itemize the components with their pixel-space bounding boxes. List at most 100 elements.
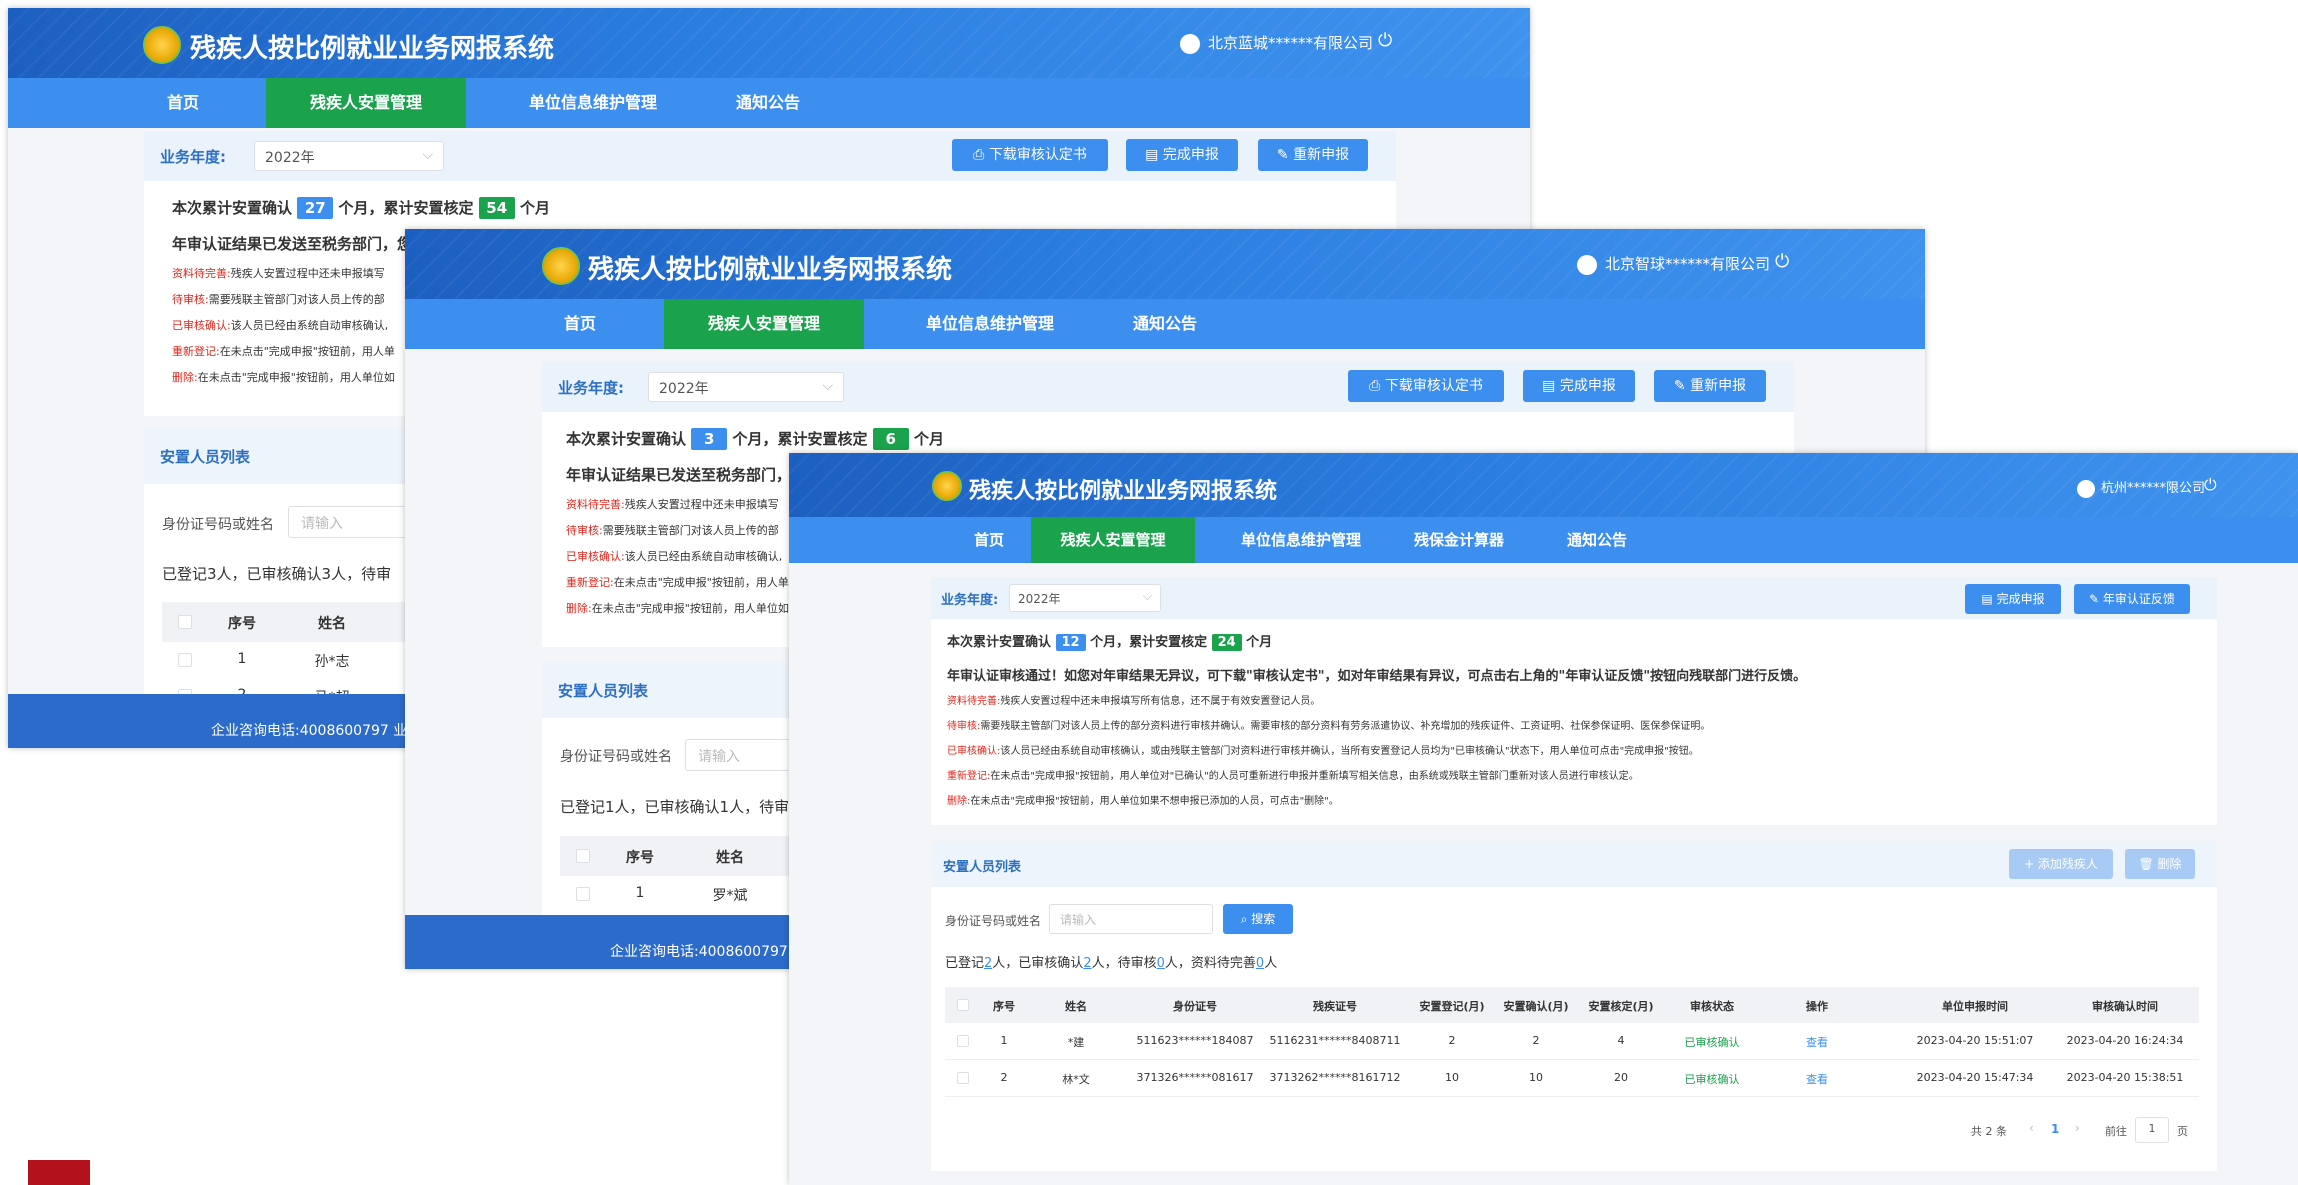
view-link[interactable]: 查看 bbox=[1787, 1071, 1847, 1087]
list-title: 安置人员列表 bbox=[943, 860, 1022, 875]
row-name: *建 bbox=[1067, 1036, 1085, 1049]
row-index: 1 bbox=[237, 651, 247, 667]
nav-disabled-placement[interactable]: 残疾人安置管理 bbox=[664, 299, 864, 349]
row-approved-months: 20 bbox=[1614, 1071, 1628, 1084]
row-index: 1 bbox=[635, 885, 645, 901]
pagination: 共 2 条 ‹ 1 › 前往 1 页 bbox=[1971, 1117, 2211, 1143]
list-panel: 安置人员列表 + 添加残疾人 🗑 删除 身份证号码或姓名 请输入 ⌕ 搜索 已登… bbox=[931, 841, 2217, 1171]
row-checkbox[interactable] bbox=[178, 653, 192, 667]
current-page[interactable]: 1 bbox=[2051, 1122, 2059, 1136]
row-id-number: 371326******081617 bbox=[1136, 1071, 1254, 1084]
document-icon: ▤ bbox=[1542, 378, 1560, 394]
row-confirm-time: 2023-04-20 15:38:51 bbox=[2066, 1071, 2184, 1084]
nav-home[interactable]: 首页 bbox=[128, 78, 238, 128]
row-checkbox[interactable] bbox=[957, 1072, 969, 1084]
edit-icon: ✎ bbox=[2089, 592, 2103, 606]
nav-unit-info[interactable]: 单位信息维护管理 bbox=[895, 299, 1085, 349]
row-status: 已审核确认 bbox=[1684, 1036, 1740, 1049]
row-divider bbox=[945, 1096, 2199, 1097]
year-select[interactable]: 2022年 ⌵ bbox=[254, 141, 444, 171]
note-pending: 资料待完善:残疾人安置过程中还未申报填写 bbox=[566, 498, 779, 511]
year-label: 业务年度: bbox=[558, 379, 624, 397]
power-icon[interactable]: ⏻ bbox=[2204, 475, 2217, 495]
note-delete: 删除:在未点击"完成申报"按钮前，用人单位如果不想申报已添加的人员，可点击"删除… bbox=[947, 796, 1339, 807]
download-certificate-button[interactable]: ⎙ 下载审核认定书 bbox=[1348, 370, 1504, 402]
search-button[interactable]: ⌕ 搜索 bbox=[1223, 904, 1293, 934]
nav-home[interactable]: 首页 bbox=[939, 517, 1039, 563]
row-submit-time: 2023-04-20 15:47:34 bbox=[1916, 1071, 2034, 1084]
col-status: 审核状态 bbox=[1690, 1000, 1734, 1013]
download-certificate-button[interactable]: ⎙ 下载审核认定书 bbox=[952, 139, 1108, 171]
company-name[interactable]: 杭州******限公司 bbox=[2077, 477, 2205, 498]
year-bar: 业务年度: 2022年 ⌵ ⎙ 下载审核认定书 ▤ 完成申报 ✎ 重新申报 bbox=[542, 362, 1794, 412]
nav-notice[interactable]: 通知公告 bbox=[1537, 517, 1657, 563]
year-select[interactable]: 2022年 ⌵ bbox=[648, 372, 844, 402]
approved-months-badge: 6 bbox=[872, 428, 909, 450]
goto-page-input[interactable]: 1 bbox=[2135, 1117, 2169, 1143]
search-label: 身份证号码或姓名 bbox=[162, 517, 274, 533]
nav-disabled-placement[interactable]: 残疾人安置管理 bbox=[266, 78, 466, 128]
page-unit: 页 bbox=[2177, 1125, 2188, 1138]
next-page-icon[interactable]: › bbox=[2075, 1121, 2080, 1135]
summary-panel: 本次累计安置确认 12 个月，累计安置核定 24 个月 年审认证审核通过！如您对… bbox=[931, 619, 2217, 825]
system-title: 残疾人按比例就业业务网报系统 bbox=[190, 34, 555, 64]
select-all-checkbox[interactable] bbox=[178, 615, 192, 629]
footer-text: 企业咨询电话:4008600797 业务 bbox=[211, 723, 422, 739]
row-confirm-months: 2 bbox=[1532, 1034, 1540, 1047]
nav-notice[interactable]: 通知公告 bbox=[708, 78, 828, 128]
col-approved-months: 安置核定(月) bbox=[1588, 1000, 1654, 1013]
year-select[interactable]: 2022年 ⌵ bbox=[1009, 584, 1161, 612]
nav-disabled-placement[interactable]: 残疾人安置管理 bbox=[1031, 517, 1195, 563]
view-link[interactable]: 查看 bbox=[1787, 1034, 1847, 1050]
company-icon bbox=[1180, 33, 1200, 54]
redeclare-button[interactable]: ✎ 重新申报 bbox=[1258, 139, 1368, 171]
note-review: 待审核:需要残联主管部门对该人员上传的部 bbox=[172, 293, 385, 306]
placement-summary: 本次累计安置确认 27 个月，累计安置核定 54 个月 bbox=[172, 197, 550, 219]
list-title: 安置人员列表 bbox=[558, 682, 649, 700]
company-icon bbox=[1577, 254, 1597, 275]
nav-unit-info[interactable]: 单位信息维护管理 bbox=[1221, 517, 1381, 563]
logo-icon bbox=[143, 26, 181, 64]
table-header: 序号 姓名 身份证号 残疾证号 安置登记(月) 安置确认(月) 安置核定(月) … bbox=[945, 987, 2199, 1023]
complete-declaration-button[interactable]: ▤ 完成申报 bbox=[1126, 139, 1238, 171]
company-name[interactable]: 北京智球******有限公司 bbox=[1577, 253, 1770, 275]
redeclare-button[interactable]: ✎ 重新申报 bbox=[1654, 370, 1766, 402]
row-approved-months: 4 bbox=[1617, 1034, 1625, 1047]
year-bar: 业务年度: 2022年 ⌵ ⎙ 下载审核认定书 ▤ 完成申报 ✎ 重新申报 bbox=[144, 131, 1396, 181]
annual-feedback-button[interactable]: ✎ 年审认证反馈 bbox=[2074, 584, 2190, 614]
red-block bbox=[28, 1160, 90, 1185]
nav-home[interactable]: 首页 bbox=[525, 299, 635, 349]
document-icon: ▤ bbox=[1145, 147, 1163, 163]
row-checkbox[interactable] bbox=[576, 887, 590, 901]
notice-heading: 年审认证结果已发送至税务部门，您 bbox=[172, 235, 413, 253]
company-icon bbox=[2077, 479, 2095, 498]
system-title: 残疾人按比例就业业务网报系统 bbox=[969, 479, 1278, 504]
note-delete: 删除:在未点击"完成申报"按钮前，用人单位如 bbox=[566, 602, 789, 615]
col-name: 姓名 bbox=[1065, 1000, 1087, 1013]
power-icon[interactable]: ⏻ bbox=[1378, 30, 1392, 51]
search-input[interactable]: 请输入 bbox=[1049, 904, 1213, 934]
placement-summary: 本次累计安置确认 3 个月，累计安置核定 6 个月 bbox=[566, 428, 944, 450]
prev-page-icon[interactable]: ‹ bbox=[2029, 1121, 2034, 1135]
complete-declaration-button[interactable]: ▤ 完成申报 bbox=[1965, 584, 2061, 614]
delete-button[interactable]: 🗑 删除 bbox=[2125, 849, 2195, 879]
note-review: 待审核:需要残联主管部门对该人员上传的部 bbox=[566, 524, 779, 537]
col-name: 姓名 bbox=[318, 616, 346, 632]
company-name[interactable]: 北京蓝城******有限公司 bbox=[1180, 32, 1373, 54]
nav-unit-info[interactable]: 单位信息维护管理 bbox=[498, 78, 688, 128]
nav-bar: 首页 残疾人安置管理 单位信息维护管理 残保金计算器 通知公告 bbox=[789, 517, 2298, 563]
add-disabled-person-button[interactable]: + 添加残疾人 bbox=[2009, 849, 2113, 879]
row-checkbox[interactable] bbox=[957, 1035, 969, 1047]
complete-declaration-button[interactable]: ▤ 完成申报 bbox=[1523, 370, 1635, 402]
note-delete: 删除:在未点击"完成申报"按钮前，用人单位如 bbox=[172, 371, 395, 384]
row-status: 已审核确认 bbox=[1684, 1073, 1740, 1086]
nav-notice[interactable]: 通知公告 bbox=[1105, 299, 1225, 349]
power-icon[interactable]: ⏻ bbox=[1775, 251, 1789, 272]
select-all-checkbox[interactable] bbox=[576, 849, 590, 863]
nav-calculator[interactable]: 残保金计算器 bbox=[1399, 517, 1519, 563]
col-action: 操作 bbox=[1806, 1000, 1828, 1013]
select-all-checkbox[interactable] bbox=[957, 999, 969, 1011]
row-confirm-time: 2023-04-20 16:24:34 bbox=[2066, 1034, 2184, 1047]
approved-months-badge: 54 bbox=[478, 197, 515, 219]
document-icon: ▤ bbox=[1981, 592, 1997, 606]
